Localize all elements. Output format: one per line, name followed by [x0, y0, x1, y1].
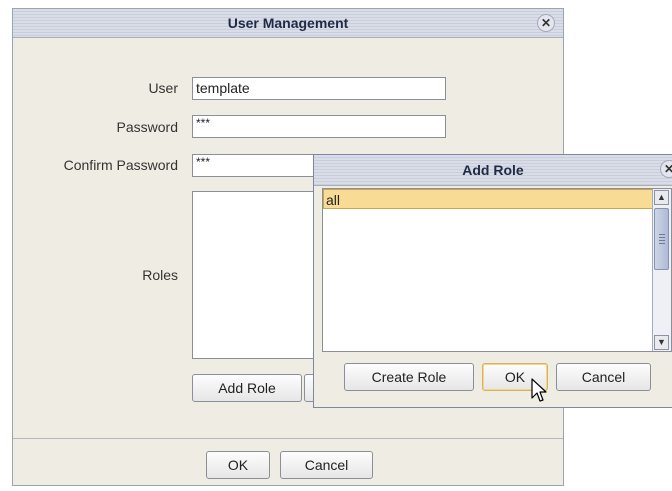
add-role-dialog: Add Role ✕ all ▲ ▼ Create Role OK Cancel: [313, 154, 672, 408]
password-field[interactable]: ***: [192, 115, 446, 138]
close-icon[interactable]: ✕: [537, 14, 555, 32]
close-icon[interactable]: ✕: [660, 160, 672, 178]
arrow-down-icon[interactable]: ▼: [654, 335, 669, 350]
create-role-button[interactable]: Create Role: [344, 363, 474, 391]
add-role-cancel-button[interactable]: Cancel: [556, 363, 651, 391]
button-separator: [13, 438, 563, 439]
user-field[interactable]: template: [192, 77, 446, 100]
vertical-scrollbar[interactable]: ▲ ▼: [652, 189, 671, 351]
password-label: Password: [116, 119, 178, 135]
add-role-button[interactable]: Add Role: [192, 374, 302, 402]
title-bar[interactable]: Add Role ✕: [314, 155, 672, 186]
confirm-password-label: Confirm Password: [63, 157, 178, 173]
ok-button[interactable]: OK: [206, 451, 270, 479]
arrow-up-icon[interactable]: ▲: [654, 190, 669, 205]
user-label: User: [148, 80, 178, 96]
roles-label: Roles: [142, 267, 178, 283]
scroll-thumb[interactable]: [654, 208, 669, 270]
mouse-pointer-icon: [531, 378, 547, 402]
role-list-item[interactable]: all: [323, 189, 653, 209]
role-list[interactable]: all ▲ ▼: [322, 188, 672, 352]
title-bar[interactable]: User Management ✕: [13, 9, 563, 38]
dialog-title: Add Role: [462, 162, 524, 178]
cancel-button[interactable]: Cancel: [280, 451, 373, 479]
dialog-title: User Management: [227, 15, 349, 31]
